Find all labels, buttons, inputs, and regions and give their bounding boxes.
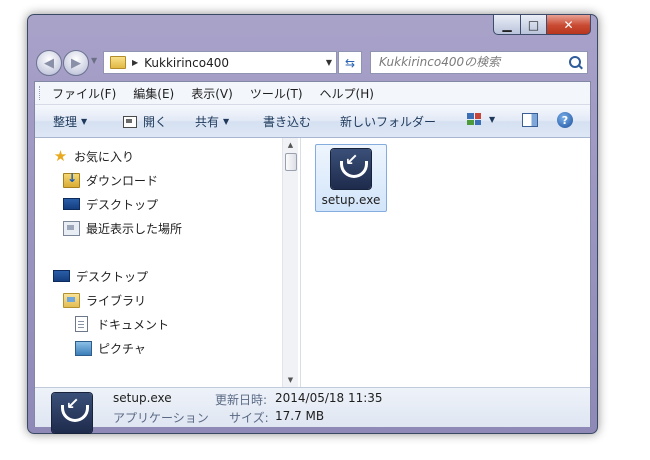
address-dropdown-icon[interactable]: ▼ [326, 58, 332, 67]
forward-button[interactable]: ▶ [63, 50, 89, 76]
search-input[interactable] [377, 54, 561, 70]
desktop-icon [53, 270, 70, 282]
open-label: 開く [143, 115, 168, 129]
nav-item-favorites[interactable]: ★ お気に入り [53, 145, 134, 167]
close-icon: ✕ [563, 17, 574, 32]
breadcrumb-separator-icon[interactable]: ▶ [132, 58, 138, 67]
pictures-icon [75, 340, 92, 356]
detail-size-label: サイズ: [229, 411, 269, 425]
organize-button[interactable]: 整理 ▼ [53, 113, 87, 130]
nav-item-libraries[interactable]: ライブラリ [63, 289, 146, 311]
detail-modified-value: 2014/05/18 11:35 [275, 391, 383, 405]
recent-places-icon [63, 220, 80, 236]
nav-item-label: ドキュメント [97, 317, 170, 332]
installer-icon [331, 149, 371, 189]
caption-buttons: ▁ □ ✕ [493, 14, 591, 35]
nav-item-label: 最近表示した場所 [86, 221, 183, 236]
menubar-grip [39, 86, 42, 100]
help-button[interactable]: ? [557, 112, 573, 128]
documents-icon [75, 316, 88, 332]
file-item[interactable]: setup.exe [315, 144, 387, 212]
burn-button[interactable]: 書き込む [263, 113, 311, 130]
refresh-button[interactable]: ⇆ [338, 51, 362, 74]
breadcrumb-item[interactable]: Kukkirinco400 [144, 56, 229, 70]
command-bar: 整理 ▼ 開く 共有 ▼ 書き込む 新しいフォルダー ▼ ? [35, 105, 590, 138]
file-list[interactable]: setup.exe [301, 138, 590, 387]
explorer-window: ▁ □ ✕ ◀ ▶ ▼ ▶ Kukkirinco400 ▼ ⇆ ファイル(F) … [27, 14, 598, 434]
nav-item-desktop[interactable]: デスクトップ [53, 265, 148, 287]
installer-icon [52, 393, 92, 433]
recent-pages-dropdown-icon[interactable]: ▼ [91, 56, 97, 65]
refresh-icon: ⇆ [344, 55, 356, 70]
navigation-bar: ◀ ▶ ▼ ▶ Kukkirinco400 ▼ ⇆ [35, 49, 591, 77]
back-button[interactable]: ◀ [36, 50, 62, 76]
new-folder-button[interactable]: 新しいフォルダー [340, 113, 436, 130]
nav-item-label: お気に入り [74, 149, 135, 164]
downloads-folder-icon [63, 171, 80, 188]
open-icon [123, 115, 137, 128]
address-bar[interactable]: ▶ Kukkirinco400 ▼ [103, 51, 337, 74]
menu-edit[interactable]: 編集(E) [133, 85, 174, 102]
file-name: setup.exe [321, 193, 381, 207]
search-box[interactable] [370, 51, 588, 74]
organize-label: 整理 [53, 115, 78, 129]
burn-label: 書き込む [263, 115, 312, 129]
menu-bar: ファイル(F) 編集(E) 表示(V) ツール(T) ヘルプ(H) [35, 82, 590, 105]
preview-pane-button[interactable] [522, 113, 538, 127]
details-pane: setup.exe アプリケーション 更新日時: 2014/05/18 11:3… [35, 387, 590, 433]
star-icon: ★ [53, 146, 68, 165]
nav-item-pictures[interactable]: ピクチャ [75, 337, 146, 359]
detail-file-name: setup.exe [113, 391, 172, 405]
nav-item-label: ピクチャ [98, 341, 146, 356]
nav-item-desktop-favorite[interactable]: デスクトップ [63, 193, 158, 215]
forward-arrow-icon: ▶ [71, 55, 81, 71]
nav-item-label: ダウンロード [86, 173, 159, 188]
nav-item-label: デスクトップ [76, 269, 149, 284]
scrollbar-thumb[interactable] [285, 153, 297, 171]
detail-size-value: 17.7 MB [275, 409, 325, 423]
menu-help[interactable]: ヘルプ(H) [320, 85, 374, 102]
nav-item-downloads[interactable]: ダウンロード [63, 169, 158, 191]
detail-modified-label: 更新日時: [215, 393, 268, 407]
nav-item-recent-places[interactable]: 最近表示した場所 [63, 217, 182, 239]
close-button[interactable]: ✕ [547, 14, 591, 35]
navigation-pane: ★ お気に入り ダウンロード デスクトップ 最近表示した場所 デスクトップ [35, 138, 300, 387]
open-button[interactable]: 開く [123, 113, 167, 130]
minimize-icon: ▁ [502, 17, 512, 32]
back-arrow-icon: ◀ [44, 55, 54, 71]
change-view-button[interactable]: ▼ [467, 113, 495, 125]
minimize-button[interactable]: ▁ [493, 14, 521, 35]
change-view-icon [467, 113, 481, 125]
help-icon: ? [557, 112, 573, 128]
scroll-down-icon[interactable]: ▼ [283, 373, 298, 387]
menu-file[interactable]: ファイル(F) [52, 85, 116, 102]
folder-icon [110, 56, 126, 69]
content-frame: ファイル(F) 編集(E) 表示(V) ツール(T) ヘルプ(H) 整理 ▼ 開く… [34, 81, 591, 433]
nav-item-label: デスクトップ [86, 197, 159, 212]
detail-file-type: アプリケーション [113, 411, 209, 425]
nav-item-label: ライブラリ [86, 293, 147, 308]
scroll-up-icon[interactable]: ▲ [283, 138, 298, 152]
maximize-icon: □ [527, 17, 540, 32]
libraries-icon [63, 292, 80, 308]
menu-view[interactable]: 表示(V) [191, 85, 233, 102]
chevron-down-icon[interactable]: ▼ [489, 115, 495, 124]
menu-tools[interactable]: ツール(T) [250, 85, 303, 102]
maximize-button[interactable]: □ [521, 14, 547, 35]
share-label: 共有 [195, 115, 220, 129]
nav-pane-scrollbar[interactable]: ▲ ▼ [282, 138, 298, 387]
share-button[interactable]: 共有 ▼ [195, 113, 229, 130]
chevron-down-icon: ▼ [81, 117, 88, 126]
chevron-down-icon: ▼ [223, 117, 230, 126]
preview-pane-icon [522, 113, 538, 127]
search-icon[interactable] [569, 56, 581, 68]
desktop-icon [63, 198, 80, 210]
new-folder-label: 新しいフォルダー [340, 115, 437, 129]
nav-item-documents[interactable]: ドキュメント [75, 313, 169, 335]
